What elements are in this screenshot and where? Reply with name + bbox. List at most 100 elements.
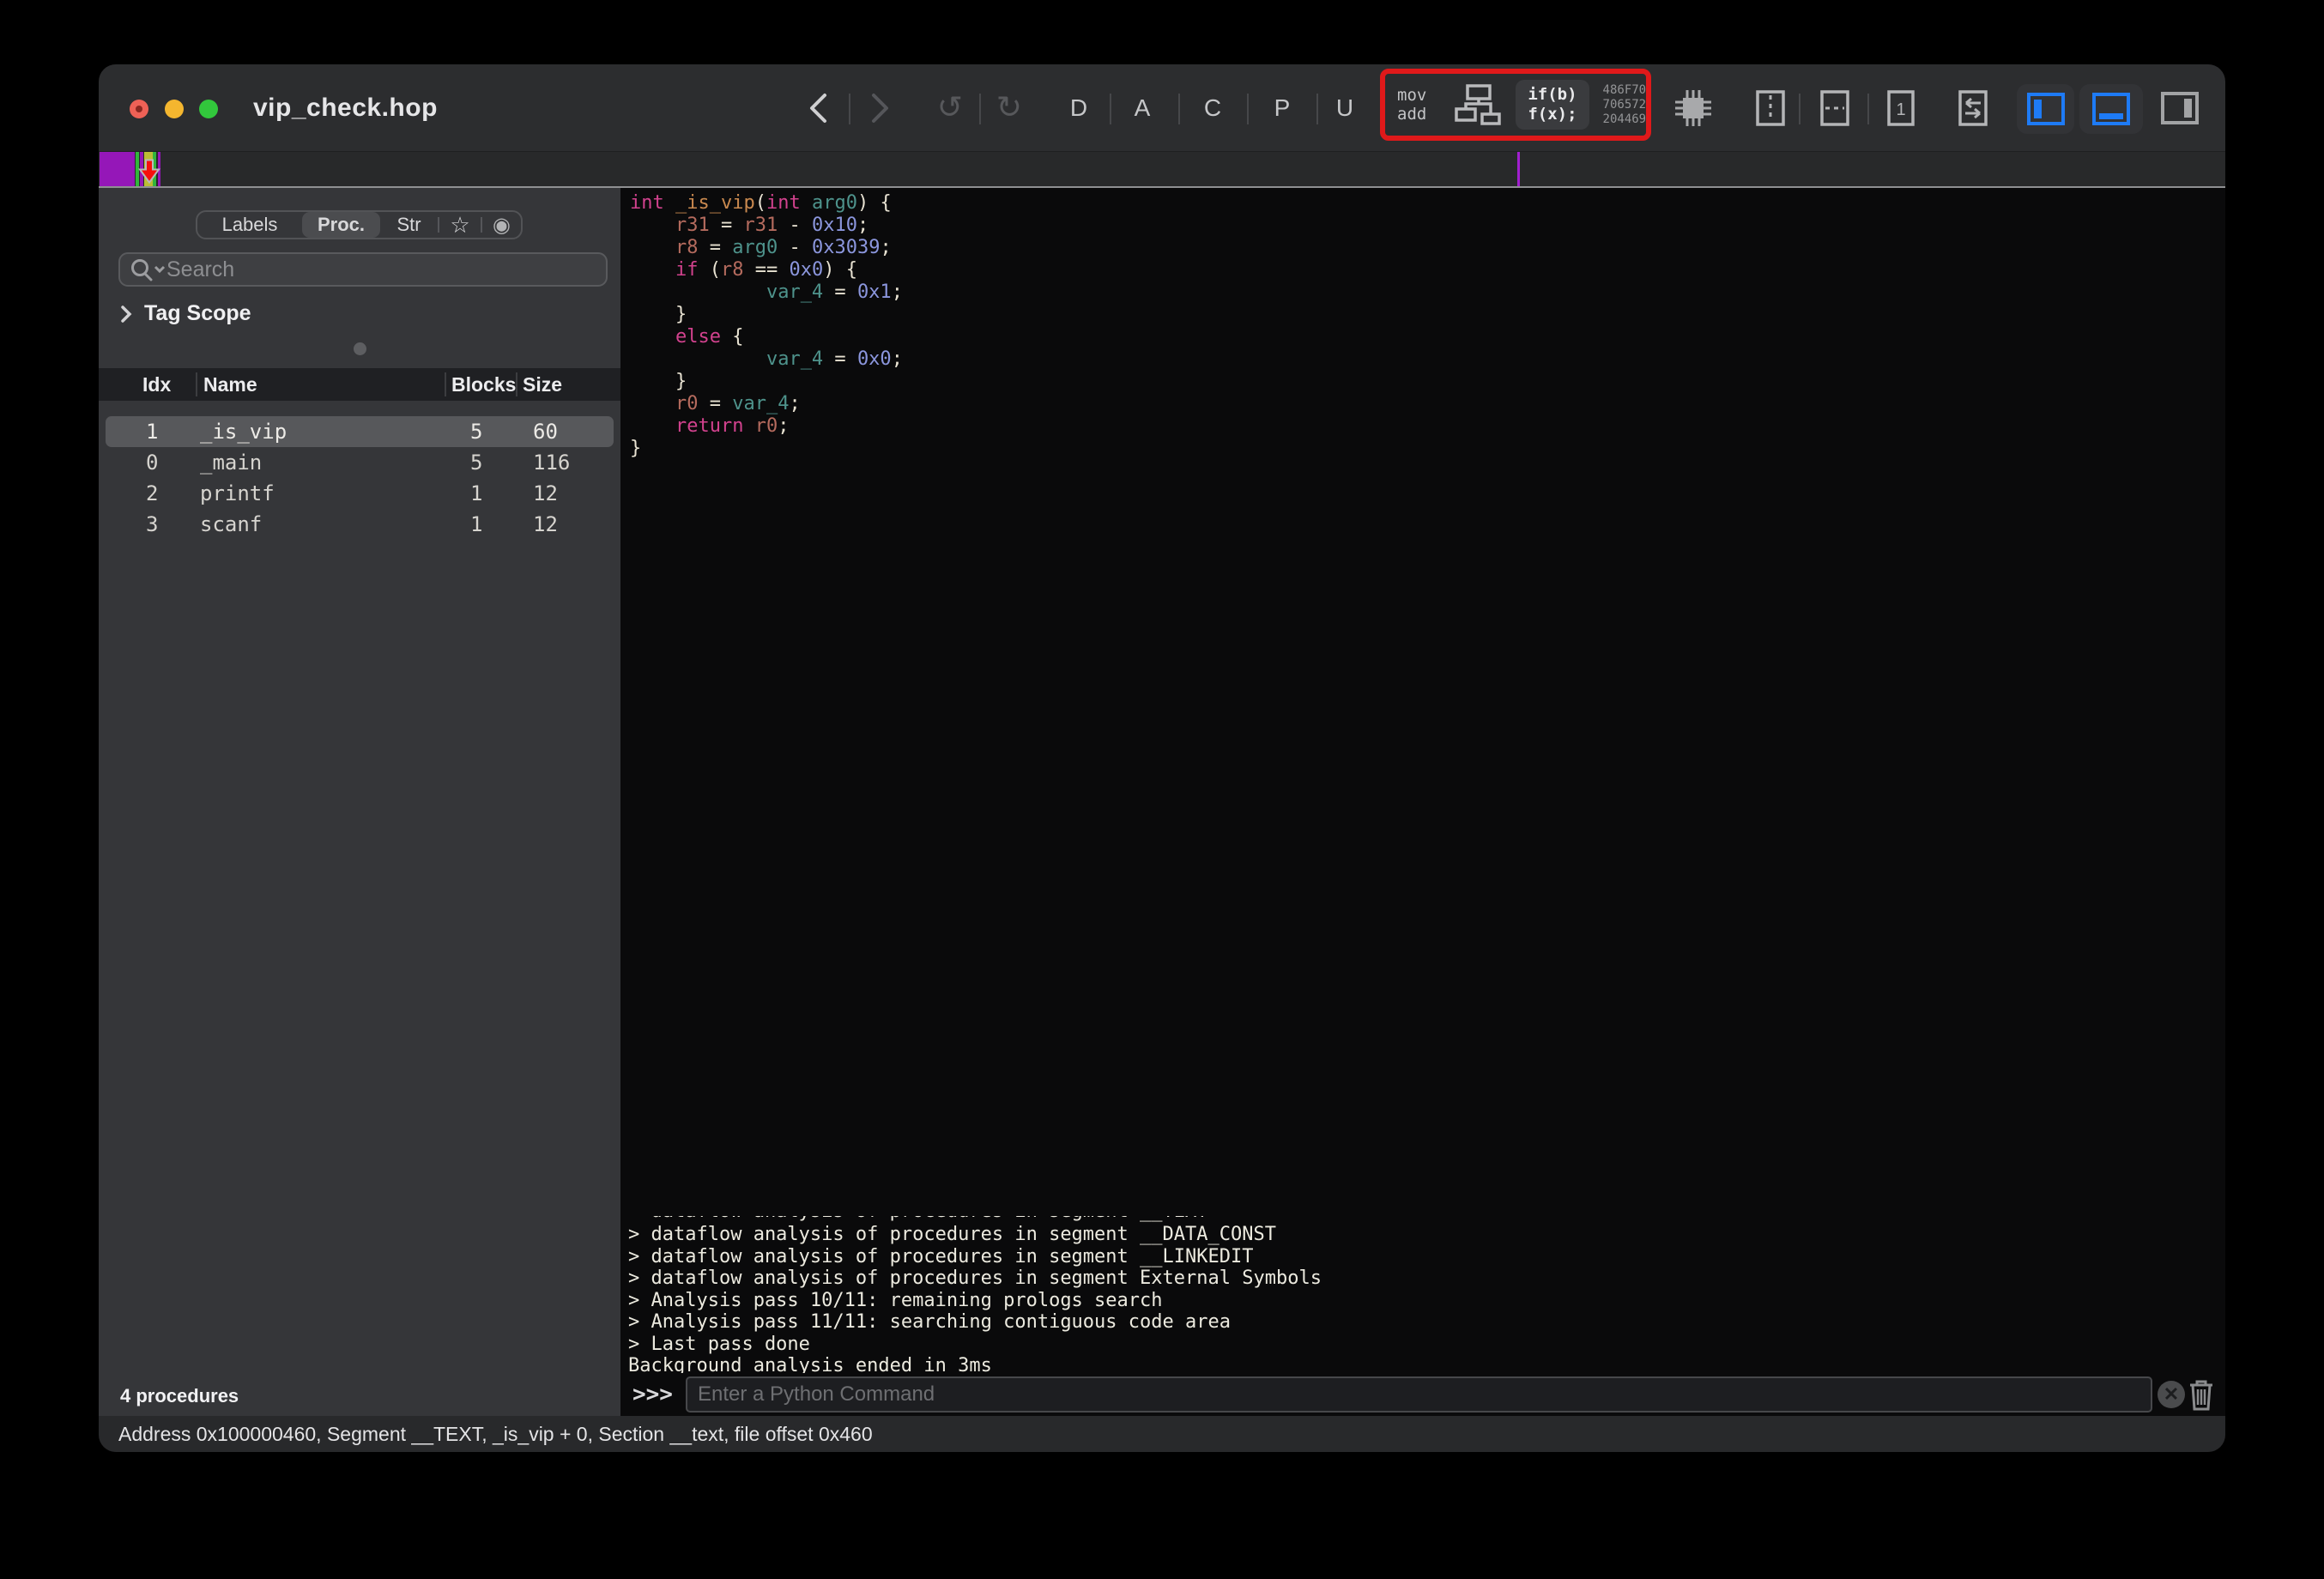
redo-icon: ↻ — [996, 90, 1022, 125]
code-line[interactable]: } — [630, 304, 2225, 326]
circle-x-icon: ✕ — [2164, 1383, 2179, 1406]
procedure-cell: _main — [200, 451, 262, 475]
data-mode-button[interactable]: D — [1064, 64, 1093, 151]
python-command-input[interactable] — [686, 1376, 2152, 1413]
code-token: ; — [880, 237, 891, 258]
undo-button[interactable]: ↺ — [936, 64, 964, 151]
procedure-cell: 5 — [470, 420, 482, 444]
header-idx[interactable]: Idx — [142, 373, 171, 396]
back-button[interactable] — [804, 64, 832, 151]
pseudocode-view[interactable]: int _is_vip(int arg0) { r31 = r31 - 0x10… — [620, 188, 2225, 1222]
hex-view-button[interactable]: 486F70 706572 204469 — [1603, 83, 1647, 127]
header-size[interactable]: Size — [523, 373, 562, 396]
procedure-table-header[interactable]: Idx Name Blocks Size — [99, 368, 620, 401]
code-line[interactable]: if (r8 == 0x0) { — [630, 259, 2225, 281]
code-line[interactable]: return r0; — [630, 415, 2225, 438]
code-token: var_4 — [766, 348, 823, 370]
code-token: = — [698, 393, 732, 414]
forward-button[interactable] — [867, 64, 894, 151]
console-line: > Analysis pass 11/11: searching contigu… — [628, 1311, 2225, 1334]
search-icon — [129, 257, 166, 281]
code-line[interactable]: int _is_vip(int arg0) { — [630, 192, 2225, 215]
swap-panes-button[interactable] — [1958, 64, 1988, 151]
tab-favorites[interactable]: ☆ — [439, 212, 481, 238]
assembly-view-line1: mov — [1397, 86, 1426, 105]
tab-tags[interactable]: ◉ — [482, 212, 521, 238]
code-line[interactable]: r31 = r31 - 0x10; — [630, 215, 2225, 237]
procedure-row[interactable]: 0_main5116 — [106, 447, 614, 478]
header-name[interactable]: Name — [203, 373, 257, 396]
console-line: > dataflow analysis of procedures in seg… — [628, 1246, 2225, 1268]
minimize-window-button[interactable] — [165, 100, 184, 118]
tab-procedures[interactable]: Proc. — [302, 212, 380, 238]
tag-scope-disclosure[interactable]: Tag Scope — [120, 301, 251, 326]
left-panel-icon — [2026, 92, 2066, 126]
ascii-mode-button[interactable]: A — [1128, 64, 1157, 151]
code-token — [743, 415, 754, 437]
code-line[interactable]: var_4 = 0x1; — [630, 281, 2225, 304]
code-token: if — [675, 259, 699, 281]
sidebar: Labels Proc. Str ☆ ◉ Tag Scope Idx — [99, 188, 620, 1416]
procedure-cell: scanf — [200, 512, 262, 536]
code-token: - — [778, 237, 812, 258]
code-token: = — [823, 348, 857, 370]
procedure-row[interactable]: 2printf112 — [106, 478, 614, 509]
code-token: } — [630, 304, 687, 325]
code-token — [630, 393, 675, 414]
code-token: 0x10 — [812, 215, 857, 236]
segment-navigation-bar[interactable] — [99, 151, 2225, 186]
console-line: > Analysis pass 10/11: remaining prologs… — [628, 1290, 2225, 1312]
code-token: int — [630, 192, 664, 214]
chevron-right-icon — [869, 91, 892, 125]
procedure-row[interactable]: 1_is_vip560 — [106, 416, 614, 447]
procedure-mode-button[interactable]: P — [1268, 64, 1297, 151]
right-panel-icon — [2160, 91, 2200, 125]
pseudocode-view-button[interactable]: if(b) f(x); — [1516, 80, 1589, 130]
bottom-panel-icon — [2091, 92, 2131, 126]
code-mode-button[interactable]: C — [1198, 64, 1227, 151]
code-token: r31 — [743, 215, 778, 236]
procedure-row[interactable]: 3scanf112 — [106, 509, 614, 540]
splitter-handle[interactable] — [354, 342, 366, 355]
close-window-button[interactable] — [130, 100, 148, 118]
assembly-view-button[interactable]: mov add — [1397, 86, 1426, 124]
code-token — [664, 192, 675, 214]
tab-strings[interactable]: Str — [380, 212, 438, 238]
pseudocode-view-line2: f(x); — [1528, 105, 1577, 124]
code-token: } — [630, 438, 641, 459]
redo-button[interactable]: ↻ — [996, 64, 1023, 151]
clear-console-button[interactable] — [2188, 1378, 2214, 1411]
code-token: 0x0 — [857, 348, 892, 370]
code-line[interactable]: } — [630, 371, 2225, 393]
control-flow-graph-icon — [1454, 83, 1502, 126]
toggle-left-panel-button[interactable] — [2017, 84, 2074, 134]
tab-labels[interactable]: Labels — [197, 212, 302, 238]
code-token: } — [630, 371, 687, 392]
toggle-right-panel-button[interactable] — [2160, 64, 2200, 151]
zoom-window-button[interactable] — [199, 100, 218, 118]
code-line[interactable]: r8 = arg0 - 0x3039; — [630, 237, 2225, 259]
main-panel: int _is_vip(int arg0) { r31 = r31 - 0x10… — [620, 188, 2225, 1416]
toggle-bottom-panel-button[interactable] — [2079, 84, 2143, 134]
procedure-cell: 2 — [146, 481, 158, 505]
code-line[interactable]: r0 = var_4; — [630, 393, 2225, 415]
procedure-cell: 3 — [146, 512, 158, 536]
code-line[interactable]: else { — [630, 326, 2225, 348]
header-blocks[interactable]: Blocks — [451, 373, 516, 396]
log-console[interactable]: > dataflow analysis of procedures in seg… — [620, 1216, 2225, 1373]
code-token: r0 — [755, 415, 778, 437]
clear-input-button[interactable]: ✕ — [2158, 1381, 2185, 1408]
search-input[interactable] — [166, 257, 597, 282]
code-token: = — [823, 281, 857, 303]
split-horizontal-button[interactable] — [1819, 64, 1850, 151]
code-token: == — [743, 259, 789, 281]
document-edited-dot — [136, 106, 142, 112]
split-vertical-button[interactable] — [1755, 64, 1786, 151]
code-line[interactable]: var_4 = 0x0; — [630, 348, 2225, 371]
single-view-button[interactable]: 1 — [1885, 64, 1916, 151]
undefined-mode-button[interactable]: U — [1330, 64, 1359, 151]
cpu-settings-button[interactable] — [1672, 64, 1715, 151]
search-field[interactable] — [118, 252, 608, 287]
code-line[interactable]: } — [630, 438, 2225, 460]
cfg-view-button[interactable] — [1454, 83, 1502, 126]
